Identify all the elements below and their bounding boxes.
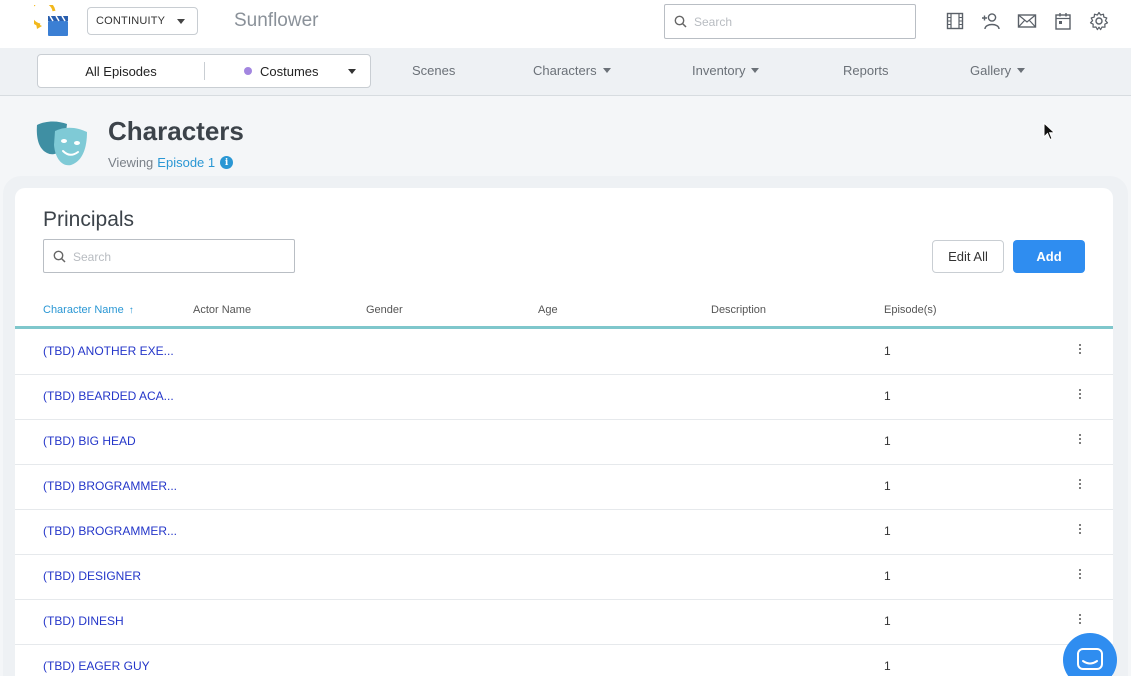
mail-icon[interactable] xyxy=(1017,11,1037,31)
col-episodes[interactable]: Episode(s) xyxy=(884,304,937,316)
nav-reports-label: Reports xyxy=(843,63,889,78)
theater-masks-icon xyxy=(36,121,87,166)
more-options-icon[interactable] xyxy=(1076,477,1084,497)
film-icon[interactable] xyxy=(945,11,965,31)
nav-gallery-label: Gallery xyxy=(970,63,1012,78)
all-episodes-select[interactable]: All Episodes xyxy=(38,55,204,87)
page-title: Characters xyxy=(108,116,244,146)
header-divider xyxy=(15,326,1113,329)
nav-scenes[interactable]: Scenes xyxy=(412,63,455,78)
col-age[interactable]: Age xyxy=(538,304,558,316)
department-select[interactable]: Costumes xyxy=(244,55,319,87)
episode-count: 1 xyxy=(884,659,891,673)
col-character-name-label: Character Name xyxy=(43,304,124,316)
more-options-icon[interactable] xyxy=(1076,612,1084,632)
episode-count: 1 xyxy=(884,389,891,403)
main-nav: All Episodes Costumes Scenes Characters … xyxy=(0,48,1131,96)
table-row: (TBD) ANOTHER EXE... 1 xyxy=(15,330,1113,375)
character-name-link[interactable]: (TBD) BROGRAMMER... xyxy=(43,524,177,538)
table-row: (TBD) BROGRAMMER... 1 xyxy=(15,465,1113,510)
episode-count: 1 xyxy=(884,614,891,628)
nav-scenes-label: Scenes xyxy=(412,63,456,78)
more-options-icon[interactable] xyxy=(1076,342,1084,362)
chat-launcher-button[interactable] xyxy=(1063,633,1117,676)
episode-count: 1 xyxy=(884,479,891,493)
calendar-icon[interactable] xyxy=(1053,11,1073,31)
gear-icon[interactable] xyxy=(1089,11,1109,31)
global-search-placeholder: Search xyxy=(694,15,733,29)
more-options-icon[interactable] xyxy=(1076,387,1084,407)
table-row: (TBD) BROGRAMMER... 1 xyxy=(15,510,1113,555)
nav-inventory[interactable]: Inventory xyxy=(692,63,760,78)
episode-count: 1 xyxy=(884,524,891,538)
character-name-link[interactable]: (TBD) DESIGNER xyxy=(43,569,141,583)
character-name-link[interactable]: (TBD) ANOTHER EXE... xyxy=(43,344,174,358)
add-user-icon[interactable] xyxy=(981,11,1001,31)
search-icon xyxy=(53,250,66,263)
global-search-input[interactable]: Search xyxy=(664,4,916,39)
nav-inventory-label: Inventory xyxy=(692,63,746,78)
viewing-context: Viewing Episode 1 i xyxy=(108,155,234,170)
top-bar: CONTINUITY Sunflower Search xyxy=(0,0,1131,48)
info-icon[interactable]: i xyxy=(220,156,234,169)
table-row: (TBD) DINESH 1 xyxy=(15,600,1113,645)
table-row: (TBD) BEARDED ACA... 1 xyxy=(15,375,1113,420)
principals-search-input[interactable]: Search xyxy=(43,239,295,273)
chevron-down-icon xyxy=(1017,68,1026,73)
table-row: (TBD) DESIGNER 1 xyxy=(15,555,1113,600)
col-gender[interactable]: Gender xyxy=(366,304,403,316)
department-label: Costumes xyxy=(260,63,319,79)
episode-department-selector: All Episodes Costumes xyxy=(37,54,371,88)
viewing-episode-link[interactable]: Episode 1 xyxy=(157,155,215,170)
nav-gallery[interactable]: Gallery xyxy=(970,63,1026,78)
nav-characters-label: Characters xyxy=(533,63,597,78)
project-name: Sunflower xyxy=(234,10,319,31)
principals-search-placeholder: Search xyxy=(73,250,112,264)
sort-arrow-up-icon: ↑ xyxy=(128,304,134,316)
col-actor-name[interactable]: Actor Name xyxy=(193,304,251,316)
nav-reports[interactable]: Reports xyxy=(843,63,889,78)
nav-characters[interactable]: Characters xyxy=(533,63,611,78)
episode-count: 1 xyxy=(884,569,891,583)
more-options-icon[interactable] xyxy=(1076,522,1084,542)
mode-select-label: CONTINUITY xyxy=(96,15,166,27)
chevron-down-icon xyxy=(751,68,760,73)
episode-count: 1 xyxy=(884,344,891,358)
chevron-down-icon xyxy=(602,68,611,73)
episode-count: 1 xyxy=(884,434,891,448)
more-options-icon[interactable] xyxy=(1076,567,1084,587)
department-color-dot xyxy=(244,67,252,75)
chat-icon xyxy=(1077,648,1103,670)
mouse-cursor-icon xyxy=(1043,122,1056,141)
viewing-prefix: Viewing xyxy=(108,155,154,170)
col-character-name[interactable]: Character Name ↑ xyxy=(43,304,134,316)
character-name-link[interactable]: (TBD) BROGRAMMER... xyxy=(43,479,177,493)
section-title: Principals xyxy=(43,208,135,231)
edit-all-button[interactable]: Edit All xyxy=(932,240,1004,273)
add-button[interactable]: Add xyxy=(1013,240,1085,273)
character-name-link[interactable]: (TBD) BIG HEAD xyxy=(43,434,136,448)
character-name-link[interactable]: (TBD) DINESH xyxy=(43,614,124,628)
mode-select[interactable]: CONTINUITY xyxy=(87,7,198,35)
chevron-down-icon[interactable] xyxy=(348,69,356,74)
col-description[interactable]: Description xyxy=(711,304,766,316)
app-logo-icon[interactable] xyxy=(28,0,70,39)
table-row: (TBD) EAGER GUY 1 xyxy=(15,645,1113,676)
divider xyxy=(204,62,205,80)
table-header: Character Name ↑ Actor Name Gender Age D… xyxy=(15,298,1113,326)
search-icon xyxy=(674,15,687,28)
character-name-link[interactable]: (TBD) BEARDED ACA... xyxy=(43,389,174,403)
more-options-icon[interactable] xyxy=(1076,432,1084,452)
character-name-link[interactable]: (TBD) EAGER GUY xyxy=(43,659,150,673)
table-row: (TBD) BIG HEAD 1 xyxy=(15,420,1113,465)
principals-card: Principals Search Edit All Add Character… xyxy=(15,188,1113,676)
chevron-down-icon xyxy=(177,19,185,24)
